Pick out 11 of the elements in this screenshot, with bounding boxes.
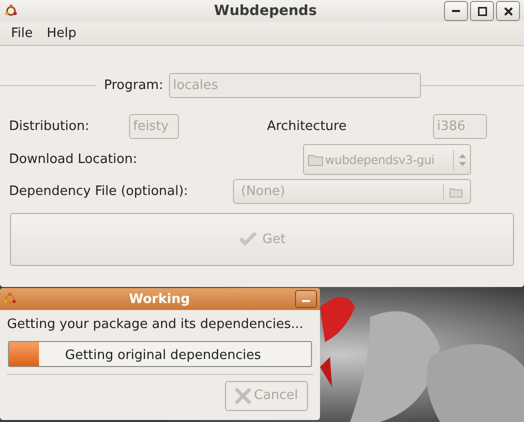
status-message: Getting your package and its dependencies...	[6, 316, 304, 334]
field-label: Program:	[104, 76, 164, 95]
menu-item[interactable]: File	[11, 24, 33, 44]
field-label: Dependency File (optional):	[9, 182, 190, 201]
field-label: Download Location:	[9, 150, 138, 169]
progress-text: Getting original dependencies	[65, 346, 261, 364]
field-label: Distribution:	[9, 118, 90, 136]
field-label: Architecture	[267, 118, 348, 136]
window-title: Wubdepends	[214, 2, 317, 21]
dialog-title: Working	[129, 291, 190, 309]
menu-item[interactable]: Help	[46, 24, 76, 44]
